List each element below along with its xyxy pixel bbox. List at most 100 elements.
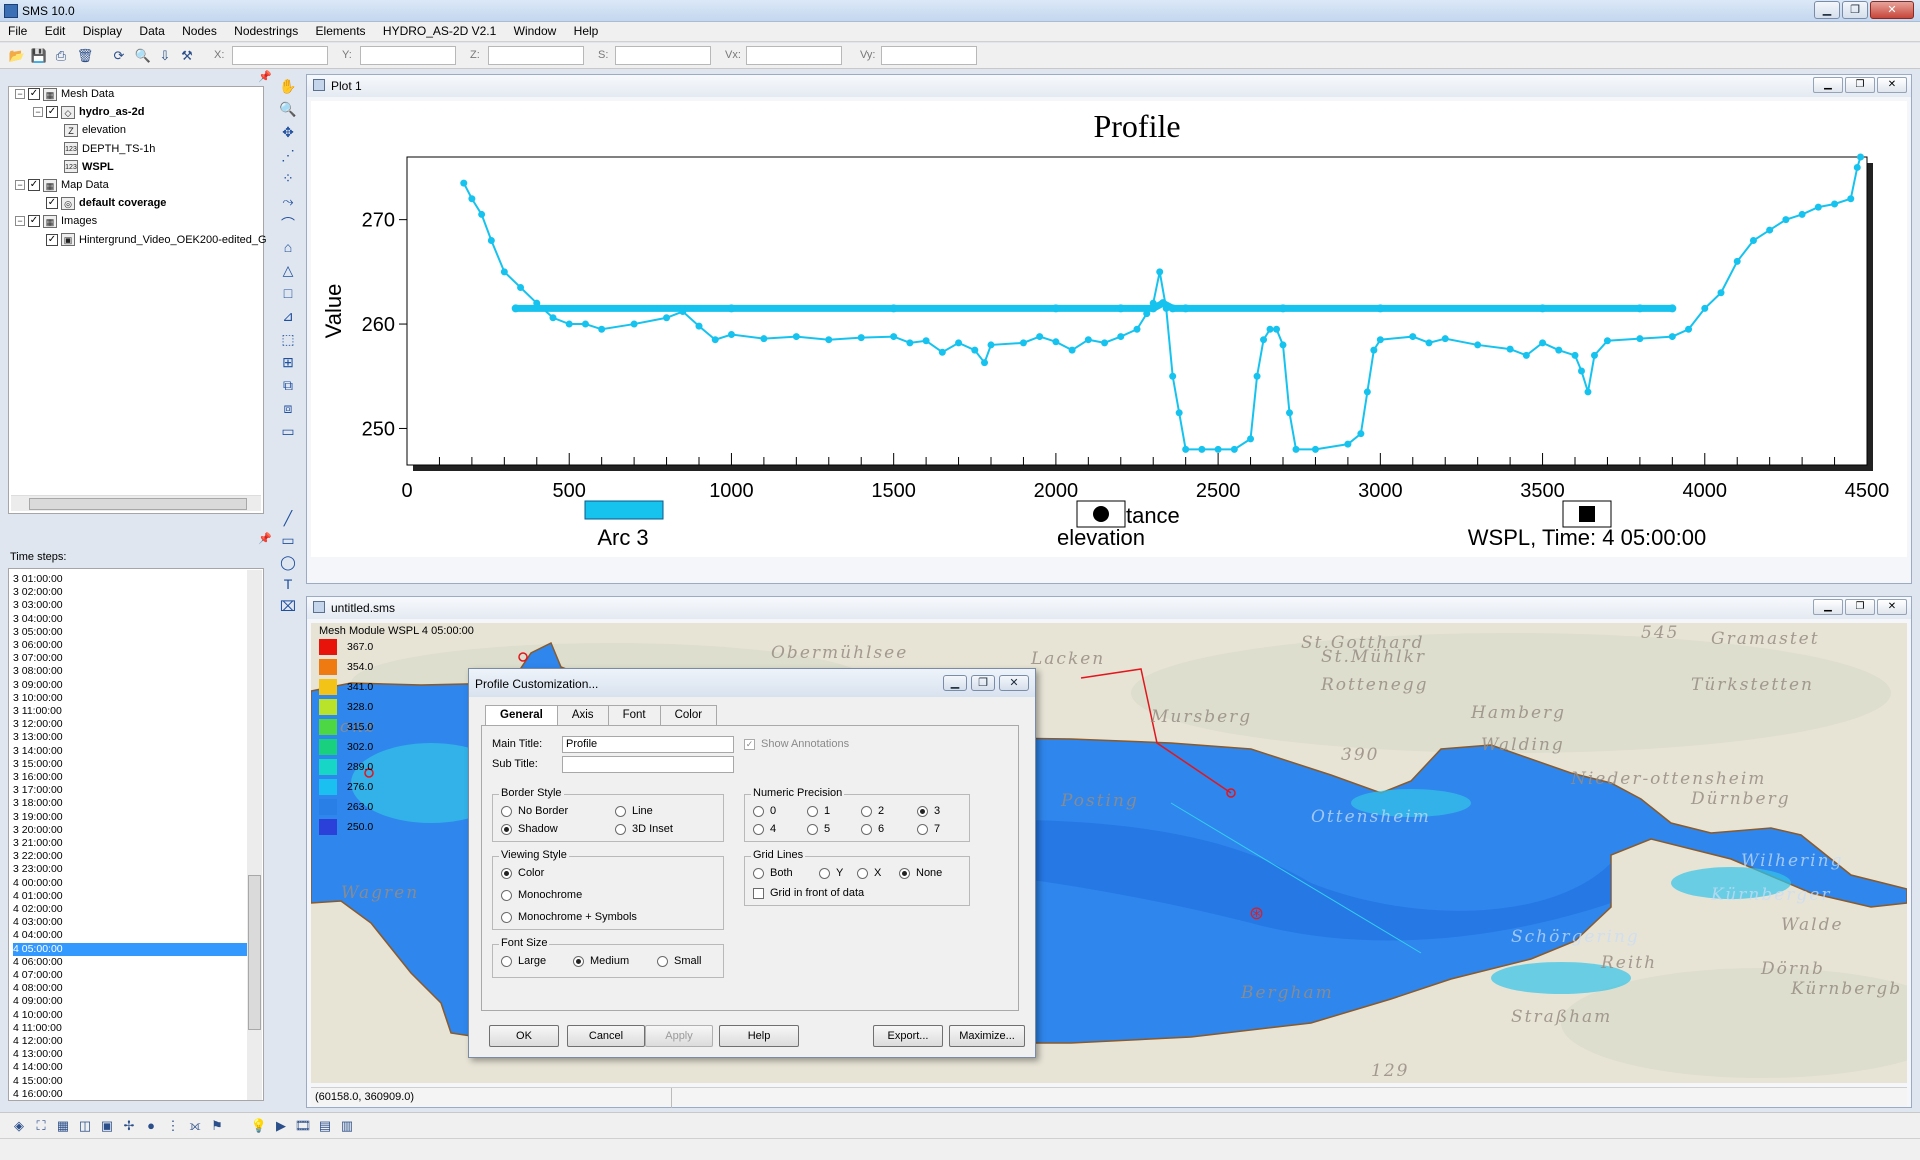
collapse-icon[interactable]: −	[15, 89, 25, 99]
radio-precision-2[interactable]: 2	[861, 805, 884, 817]
menu-nodes[interactable]: Nodes	[174, 22, 223, 38]
time-step-item[interactable]: 4 10:00:00	[13, 1009, 255, 1022]
time-step-item[interactable]: 3 23:00:00	[13, 863, 255, 876]
radio-precision-5[interactable]: 5	[807, 823, 830, 835]
apply-button[interactable]: Apply	[645, 1025, 713, 1047]
tree-item[interactable]: − ✓ ▦ Mesh Data	[15, 85, 114, 103]
time-step-item[interactable]: 4 00:00:00	[13, 877, 255, 890]
collapse-icon[interactable]: −	[15, 180, 25, 190]
grid-module-icon[interactable]: ▦	[54, 1117, 72, 1134]
film-icon[interactable]: 🎞	[294, 1117, 312, 1134]
print-icon[interactable]: ⎙	[52, 47, 70, 64]
tab-axis[interactable]: Axis	[556, 705, 609, 725]
chart-icon[interactable]: ▥	[338, 1117, 356, 1134]
menu-display[interactable]: Display	[75, 22, 128, 38]
menu-file[interactable]: File	[0, 22, 33, 38]
time-step-item[interactable]: 4 12:00:00	[13, 1035, 255, 1048]
radio-grid-y[interactable]: Y	[819, 867, 843, 879]
time-steps-scrollbar[interactable]	[247, 570, 262, 1100]
ruler-icon[interactable]: ▭	[277, 421, 299, 441]
plot-restore-button[interactable]: ❐	[1845, 77, 1875, 93]
rectangle-icon[interactable]: □	[277, 283, 299, 303]
zoom-icon[interactable]: 🔍	[134, 47, 152, 64]
menu-nodestrings[interactable]: Nodestrings	[226, 22, 304, 38]
pin-icon[interactable]: 📌	[258, 532, 272, 545]
time-step-item[interactable]: 4 04:00:00	[13, 929, 255, 942]
map-close-button[interactable]: ✕	[1877, 599, 1907, 615]
time-step-item[interactable]: 3 15:00:00	[13, 758, 255, 771]
time-step-item[interactable]: 3 20:00:00	[13, 824, 255, 837]
time-step-item[interactable]: 3 17:00:00	[13, 784, 255, 797]
radio-monochrome-symbols[interactable]: Monochrome + Symbols	[501, 911, 637, 923]
time-step-item[interactable]: 4 06:00:00	[13, 956, 255, 969]
image-tool-icon[interactable]: ⌧	[277, 596, 299, 616]
tools-icon[interactable]: ⚒	[178, 47, 196, 64]
time-step-item[interactable]: 3 02:00:00	[13, 586, 255, 599]
tree-horizontal-scrollbar[interactable]	[11, 495, 261, 511]
time-step-item[interactable]: 3 06:00:00	[13, 639, 255, 652]
collapse-icon[interactable]: −	[33, 107, 43, 118]
tree-item[interactable]: ✓ ▣ Hintergrund_Video_OEK200-edited_G	[33, 231, 267, 249]
graph-icon[interactable]: ▤	[316, 1117, 334, 1134]
lightbulb-icon[interactable]: 💡	[250, 1117, 268, 1134]
time-step-item[interactable]: 4 14:00:00	[13, 1061, 255, 1074]
map-module-icon[interactable]: ◫	[76, 1117, 94, 1134]
x-field[interactable]	[232, 46, 328, 65]
vy-field[interactable]	[881, 46, 977, 65]
s-field[interactable]	[615, 46, 711, 65]
tab-color[interactable]: Color	[659, 705, 718, 725]
time-step-item[interactable]: 3 05:00:00	[13, 626, 255, 639]
scroll-thumb[interactable]	[29, 498, 247, 510]
menu-window[interactable]: Window	[506, 22, 563, 38]
mesh-module-icon[interactable]: ◈	[10, 1117, 28, 1134]
time-steps-list[interactable]: 3 01:00:00 3 02:00:00 3 03:00:00 3 04:00:00…	[8, 568, 264, 1101]
tree-item[interactable]: 123 DEPTH_TS-1h	[51, 140, 155, 158]
select-points-icon[interactable]: ⁘	[277, 168, 299, 188]
time-step-item[interactable]: 3 10:00:00	[13, 692, 255, 705]
tree-item[interactable]: − ✓ ◇ hydro_as-2d	[33, 103, 144, 121]
visibility-checkbox[interactable]: ✓	[46, 197, 58, 210]
time-step-item[interactable]: 3 12:00:00	[13, 718, 255, 731]
time-step-item[interactable]: 4 05:00:00	[13, 942, 255, 956]
gis-module-icon[interactable]: ▣	[98, 1117, 116, 1134]
time-step-item[interactable]: 3 14:00:00	[13, 745, 255, 758]
menu-data[interactable]: Data	[131, 22, 170, 38]
ok-button[interactable]: OK	[489, 1025, 559, 1047]
time-step-item[interactable]: 3 18:00:00	[13, 797, 255, 810]
pan-icon[interactable]: ✋	[277, 76, 299, 96]
radio-no-border[interactable]: No Border	[501, 805, 568, 817]
radio-small[interactable]: Small	[657, 955, 702, 967]
time-step-item[interactable]: 3 21:00:00	[13, 837, 255, 850]
play-icon[interactable]: ▶	[272, 1117, 290, 1134]
select-region-icon[interactable]: ⬚	[277, 329, 299, 349]
particle-icon[interactable]: ✢	[120, 1117, 138, 1134]
flag-icon[interactable]: ⚑	[208, 1117, 226, 1134]
map-minimize-button[interactable]: ▁	[1813, 599, 1843, 615]
menu-hydro-as-2d[interactable]: HYDRO_AS-2D V2.1	[375, 22, 502, 38]
text-tool-icon[interactable]: T	[277, 574, 299, 594]
time-step-item[interactable]: 3 03:00:00	[13, 599, 255, 612]
create-node-icon[interactable]: ⤳	[277, 191, 299, 211]
tree-item[interactable]: Zelevation	[51, 121, 126, 139]
save-icon[interactable]: 💾	[30, 47, 48, 64]
map-restore-button[interactable]: ❐	[1845, 599, 1875, 615]
time-step-item[interactable]: 3 16:00:00	[13, 771, 255, 784]
grid-in-front-checkbox[interactable]: Grid in front of data	[753, 887, 864, 899]
triangle-icon[interactable]: △	[277, 260, 299, 280]
tree-item[interactable]: ✓ ◎ default coverage	[33, 194, 166, 212]
time-step-item[interactable]: 3 08:00:00	[13, 665, 255, 678]
time-step-item[interactable]: 3 04:00:00	[13, 613, 255, 626]
select-element-icon[interactable]: ⊿	[277, 306, 299, 326]
radio-precision-1[interactable]: 1	[807, 805, 830, 817]
globe-icon[interactable]: ●	[142, 1117, 160, 1134]
rect-tool-icon[interactable]: ▭	[277, 530, 299, 550]
zoom-icon[interactable]: 🔍	[277, 99, 299, 119]
radio-shadow[interactable]: Shadow	[501, 823, 558, 835]
radio-precision-0[interactable]: 0	[753, 805, 776, 817]
time-step-item[interactable]: 4 09:00:00	[13, 995, 255, 1008]
plot-close-button[interactable]: ✕	[1877, 77, 1907, 93]
scatter-module-icon[interactable]: ⛶	[32, 1117, 50, 1134]
radio-medium[interactable]: Medium	[573, 955, 629, 967]
delete-icon[interactable]: 🗑	[76, 47, 94, 64]
time-step-item[interactable]: 3 13:00:00	[13, 731, 255, 744]
